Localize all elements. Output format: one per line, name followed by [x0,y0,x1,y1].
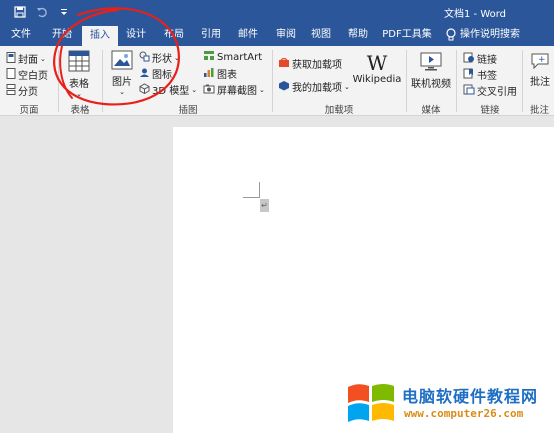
tab-references[interactable]: 引用 [195,24,227,46]
shapes-icon [139,51,150,65]
addins-icon [278,80,290,94]
wikipedia-icon: W [366,51,388,75]
group-label-tables: 表格 [70,105,90,116]
bookmark-button[interactable]: 书签 [463,67,497,82]
cross-reference-icon [463,84,475,98]
save-icon[interactable] [12,4,28,20]
icons-icon [139,67,150,81]
tab-insert[interactable]: 插入 [82,26,118,46]
cover-page-icon [6,51,16,66]
cross-reference-button[interactable]: 交叉引用 [463,83,517,98]
watermark-title: 电脑软硬件教程网 [402,387,539,406]
table-icon [68,50,90,75]
smartart-button[interactable]: SmartArt [203,50,262,64]
margin-corner-mark [259,182,260,198]
chart-button[interactable]: 图表 [203,66,237,81]
picture-icon [111,50,133,73]
video-icon [419,52,443,75]
comment-icon: + [530,52,550,73]
my-addins-button[interactable]: 我的加载项 ⌄ [278,79,350,94]
link-button[interactable]: 链接 [463,51,497,66]
ribbon-insert: 封面 ⌄ 空白页 分页 页面 表格 ⌄ 表格 图片 ⌄ 形状 ⌄ 图标 3D 模… [0,46,554,116]
chevron-down-icon: ⌄ [344,82,350,91]
undo-icon[interactable] [34,4,50,20]
chevron-down-icon: ⌄ [119,88,125,96]
window-title: 文档1 - Word [444,9,507,20]
tab-layout[interactable]: 布局 [158,24,190,46]
page-break-icon [6,83,16,98]
chart-icon [203,67,215,81]
table-button[interactable]: 表格 ⌄ [64,50,94,98]
svg-text:+: + [538,55,546,65]
group-label-illustrations: 插图 [178,105,198,116]
group-divider [522,50,523,112]
group-label-comments: 批注 [530,105,550,116]
blank-page-button[interactable]: 空白页 [6,67,48,82]
group-label-links: 链接 [480,105,500,116]
group-label-pages: 页面 [19,105,39,116]
group-divider [406,50,407,112]
chevron-down-icon: ⌄ [40,54,46,63]
margin-corner-mark [243,197,260,198]
shapes-button[interactable]: 形状 ⌄ [139,50,180,65]
3d-models-button[interactable]: 3D 模型 ⌄ [139,82,197,97]
tell-me-search[interactable]: 操作说明搜索 [460,24,544,46]
tab-help[interactable]: 帮助 [342,24,374,46]
customize-quick-access-icon[interactable] [56,4,72,20]
chevron-down-icon: ⌄ [76,90,82,98]
title-bar: 文档1 - Word [0,0,554,24]
tab-file[interactable]: 文件 [0,24,42,46]
lightbulb-icon [446,28,456,45]
page-break-button[interactable]: 分页 [6,83,38,98]
group-divider [456,50,457,112]
chevron-down-icon: ⌄ [259,85,265,94]
blank-page-icon [6,67,16,82]
online-video-button[interactable]: 联机视频 [410,52,452,90]
tab-mailings[interactable]: 邮件 [232,24,264,46]
cube-icon [139,82,150,97]
camera-icon [203,83,215,97]
watermark-url: www.computer26.com [404,407,524,420]
smartart-icon [203,50,215,64]
tab-pdf-tools[interactable]: PDF工具集 [378,24,436,46]
wikipedia-button[interactable]: W Wikipedia [353,51,402,85]
get-addins-button[interactable]: 获取加载项 [278,56,342,71]
group-divider [272,50,273,112]
store-icon [278,57,290,71]
chevron-down-icon: ⌄ [191,85,198,94]
group-label-addins: 加载项 [324,105,354,116]
icons-button[interactable]: 图标 [139,66,172,81]
ribbon-tab-bar: 文件 开始 插入 设计 布局 引用 邮件 审阅 视图 帮助 PDF工具集 操作说… [0,24,554,46]
link-icon [463,52,475,66]
comment-button[interactable]: + 批注 [530,52,554,88]
tab-view[interactable]: 视图 [305,24,337,46]
chevron-down-icon: ⌄ [174,53,180,62]
picture-button[interactable]: 图片 ⌄ [108,50,136,96]
tab-review[interactable]: 审阅 [270,24,302,46]
bookmark-icon [463,68,475,82]
tab-design[interactable]: 设计 [120,24,152,46]
group-divider [58,50,59,112]
cover-page-button[interactable]: 封面 ⌄ [6,51,46,66]
paragraph-mark: ↵ [260,199,269,212]
windows-logo-icon [346,381,396,428]
tab-home[interactable]: 开始 [44,24,80,46]
group-divider [102,50,103,112]
group-label-media: 媒体 [421,105,441,116]
screenshot-button[interactable]: 屏幕截图 ⌄ [203,82,265,97]
